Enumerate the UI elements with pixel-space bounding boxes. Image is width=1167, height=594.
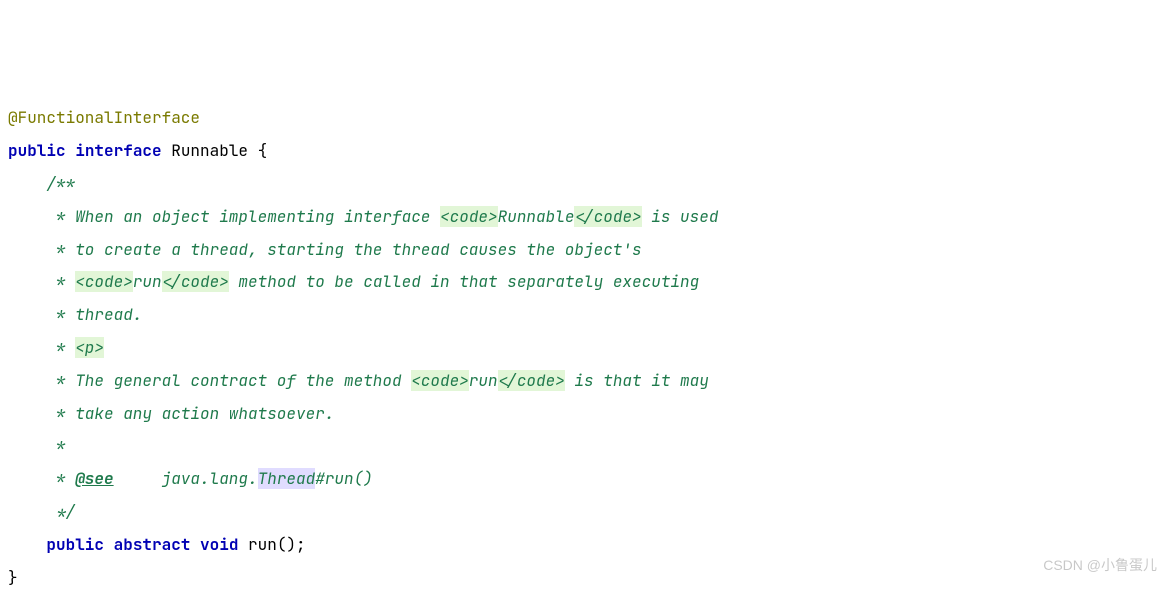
- keyword-public: public: [8, 140, 66, 161]
- doc-tag-code-open: <code>: [411, 370, 469, 391]
- javadoc-line: * @see java.lang.Thread#run(): [8, 468, 373, 489]
- javadoc-line: * The general contract of the method <co…: [8, 370, 709, 391]
- javadoc-line: *: [8, 435, 66, 456]
- code-block: @FunctionalInterface public interface Ru…: [8, 107, 718, 587]
- watermark: CSDN @小鲁蛋儿: [1043, 551, 1157, 580]
- type-name: Runnable: [171, 140, 248, 161]
- javadoc-line: * <code>run</code> method to be called i…: [8, 271, 699, 292]
- doc-tag-code-close: </code>: [162, 271, 229, 292]
- keyword-public: public: [46, 534, 104, 555]
- highlighted-ref: Thread: [258, 468, 316, 489]
- javadoc-line: * to create a thread, starting the threa…: [8, 239, 642, 260]
- doc-tag-see: @see: [75, 468, 113, 489]
- javadoc-open: /**: [8, 173, 75, 194]
- brace-close: }: [8, 567, 18, 588]
- doc-tag-p: <p>: [75, 337, 104, 358]
- method-name: run();: [238, 534, 305, 555]
- javadoc-close: */: [8, 501, 75, 522]
- doc-tag-code-close: </code>: [498, 370, 565, 391]
- javadoc-line: * thread.: [8, 304, 142, 325]
- doc-tag-code-close: </code>: [574, 206, 641, 227]
- keyword-abstract: abstract: [114, 534, 191, 555]
- doc-tag-code-open: <code>: [440, 206, 498, 227]
- keyword-interface: interface: [75, 140, 161, 161]
- javadoc-line: * When an object implementing interface …: [8, 206, 718, 227]
- keyword-void: void: [200, 534, 238, 555]
- method-indent: [8, 534, 46, 555]
- brace-open: {: [248, 140, 267, 161]
- doc-tag-code-open: <code>: [75, 271, 133, 292]
- javadoc-line: * take any action whatsoever.: [8, 403, 334, 424]
- annotation: @FunctionalInterface: [8, 107, 200, 128]
- javadoc-line: * <p>: [8, 337, 104, 358]
